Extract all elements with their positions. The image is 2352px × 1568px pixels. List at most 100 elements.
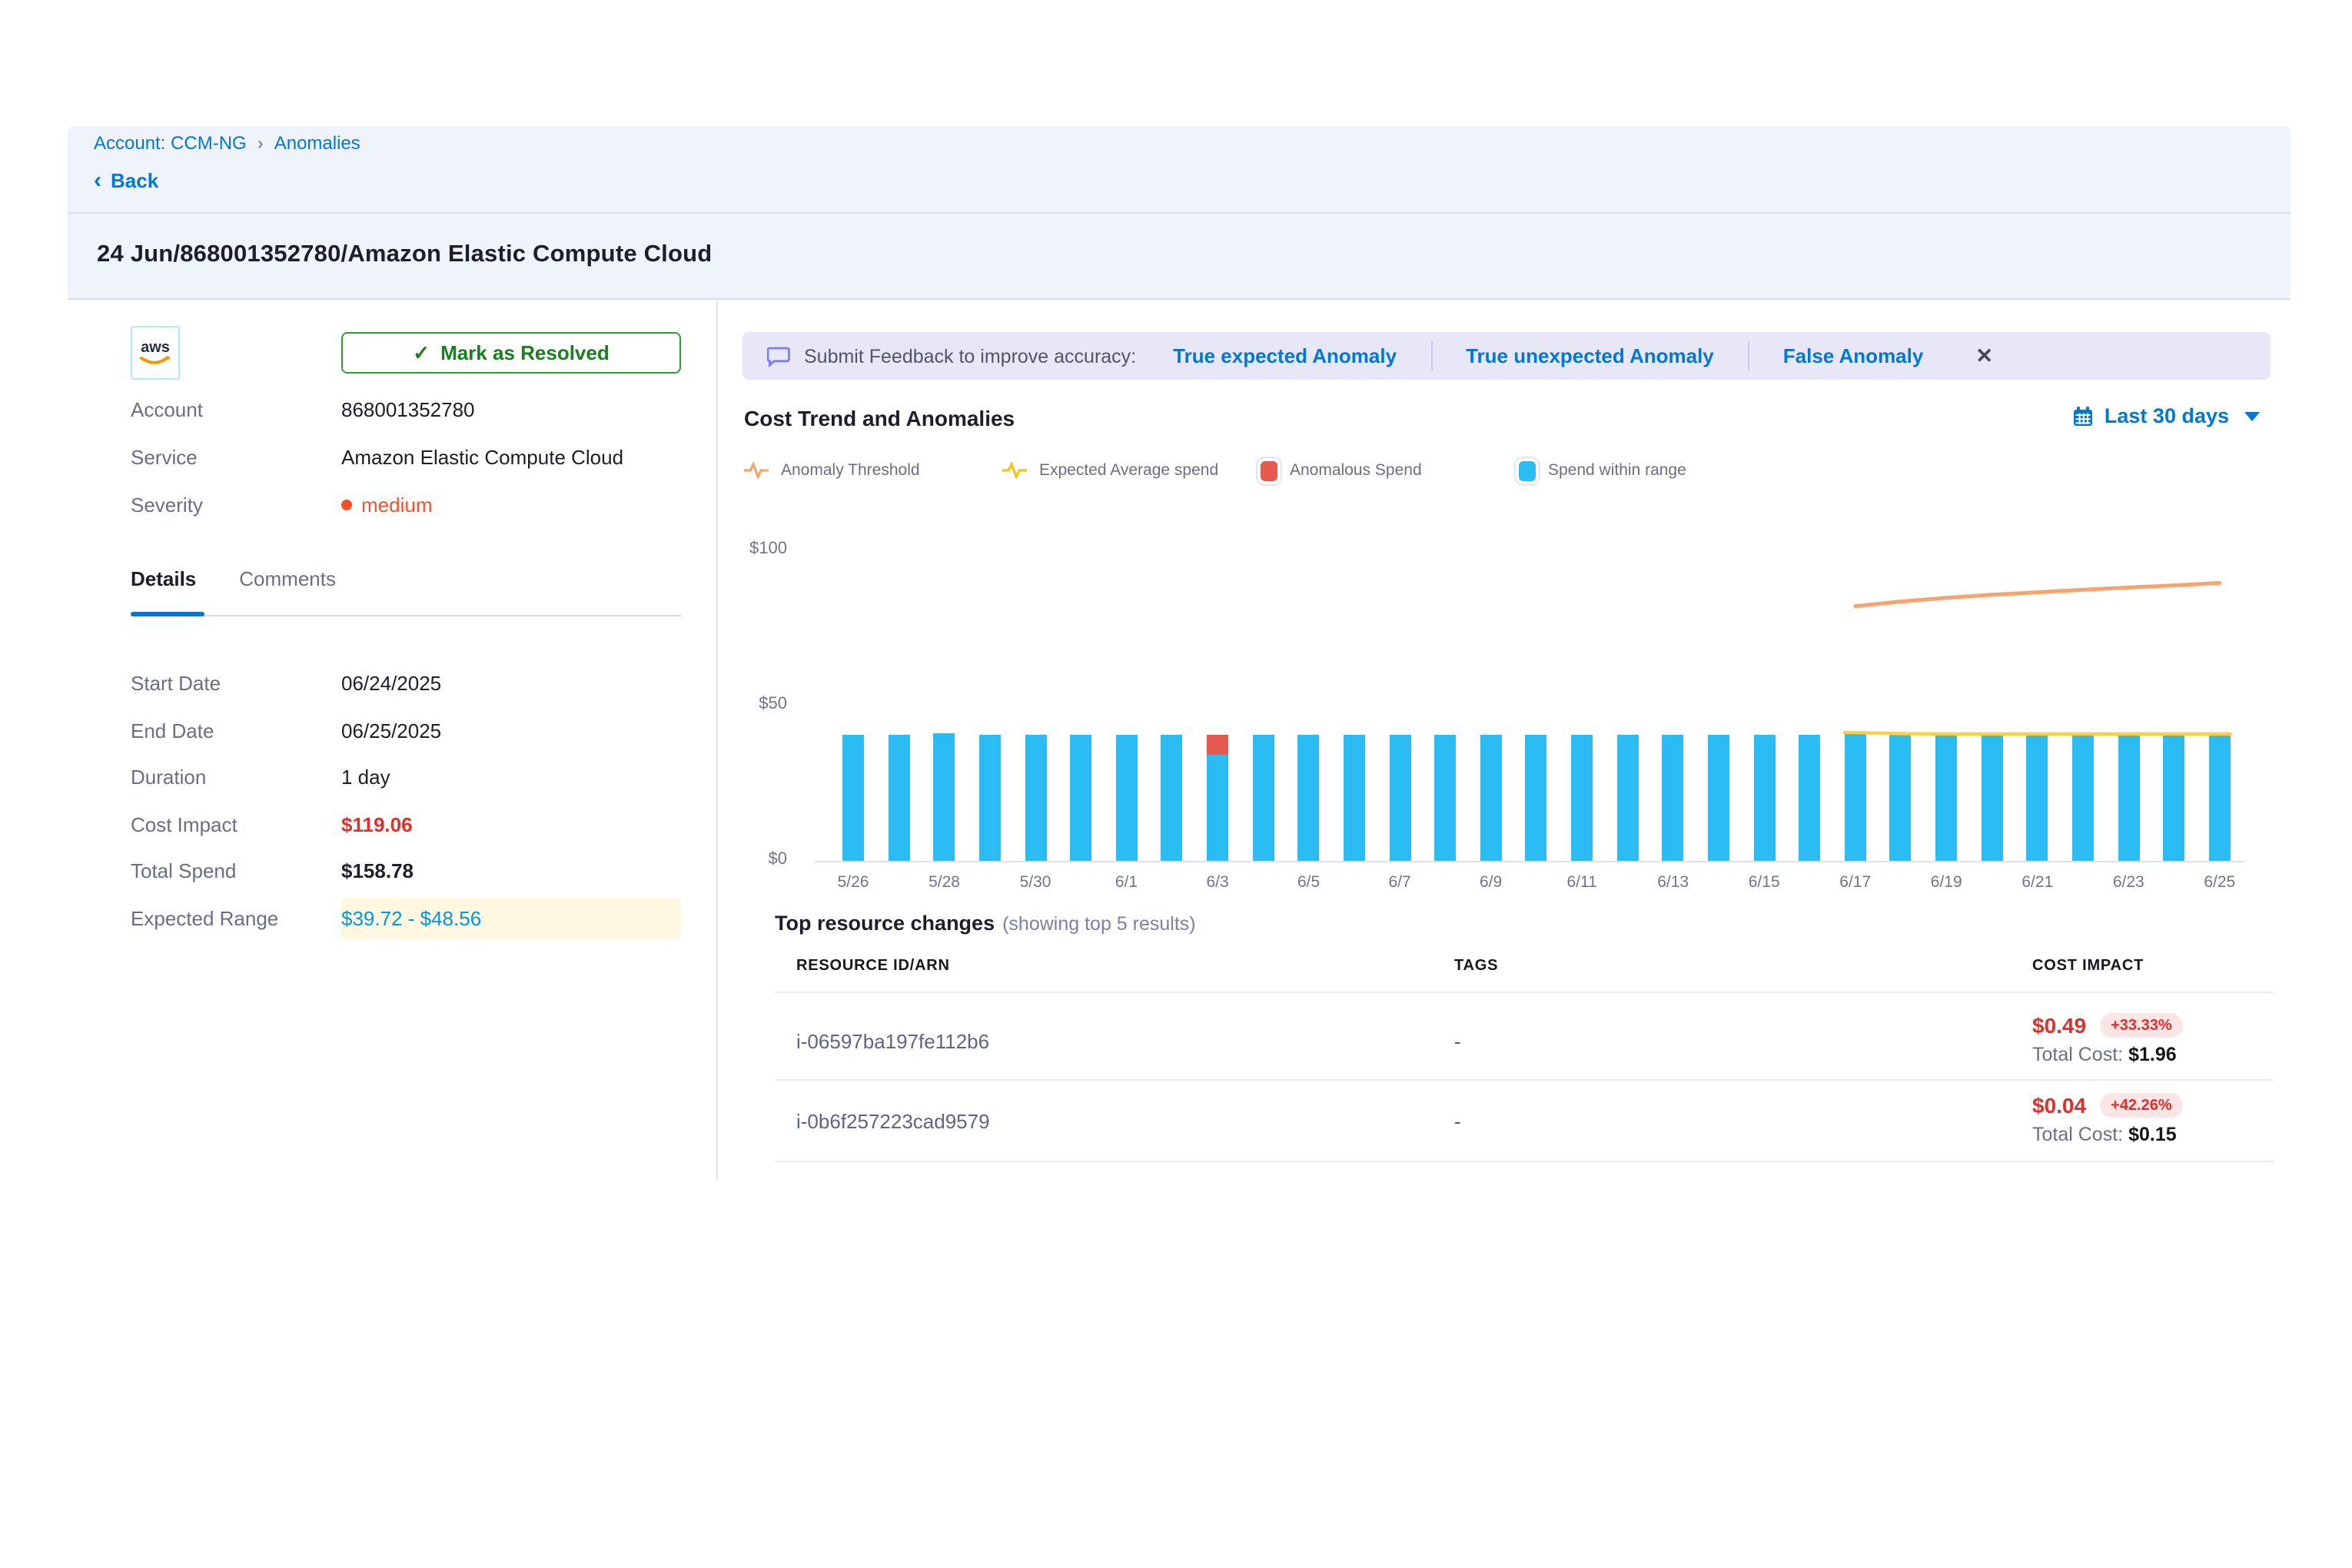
total-cost-label: Total Cost: [2032,1124,2123,1145]
x-tick-label: 6/1 [1093,873,1161,892]
total-cost-value: $1.96 [2128,1044,2177,1065]
resolve-button-label: Mark as Resolved [440,341,610,364]
table-divider [775,1161,2274,1162]
x-tick-label: 5/26 [819,873,887,892]
anomaly-detail-page: Account: CCM-NG › Anomalies ‹ Back 24 Ju… [0,0,2352,1568]
aws-logo-icon: aws [135,331,175,374]
legend-label: Spend within range [1548,461,1686,480]
cost-trend-chart[interactable]: 5/265/285/306/16/36/56/76/96/116/136/156… [815,541,2244,862]
header-band: Account: CCM-NG › Anomalies ‹ Back [68,126,2291,214]
resource-tags: - [1454,1030,1461,1053]
total-spend-label: Total Spend [131,859,341,882]
account-row: Account 868001352780 [131,398,681,421]
page-title: 24 Jun/868001352780/Amazon Elastic Compu… [97,241,712,269]
legend-label: Anomalous Spend [1290,461,1422,480]
service-value: Amazon Elastic Compute Cloud [341,446,623,469]
severity-row: Severity medium [131,493,681,517]
red-square-icon [1261,460,1277,480]
severity-label: Severity [131,493,341,517]
x-tick-label: 6/9 [1457,873,1525,892]
expected-range-row: Expected Range $39.72 - $48.56 [131,907,681,930]
y-tick-0: $0 [718,850,787,869]
tab-divider [131,615,681,616]
duration-row: Duration 1 day [131,766,681,789]
cost-impact-cell: $0.49 +33.33% Total Cost: $1.96 [2032,1013,2183,1065]
start-date-value: 06/24/2025 [341,672,441,695]
chevron-down-icon [2244,411,2260,420]
duration-value: 1 day [341,766,390,789]
feedback-true-unexpected[interactable]: True unexpected Anomaly [1466,344,1714,367]
x-tick-label: 5/30 [1002,873,1069,892]
cost-impact-amount: $0.49 [2032,1013,2086,1038]
breadcrumb: Account: CCM-NG › Anomalies [94,132,360,154]
y-tick-100: $100 [718,540,787,558]
date-range-selector[interactable]: Last 30 days [2072,404,2260,427]
mark-as-resolved-button[interactable]: ✓ Mark as Resolved [341,332,681,374]
calendar-icon [2072,405,2094,427]
resource-id-link[interactable]: i-06597ba197fe112b6 [796,1030,989,1053]
service-row: Service Amazon Elastic Compute Cloud [131,446,681,469]
expected-range-value: $39.72 - $48.56 [341,907,481,930]
title-band: 24 Jun/868001352780/Amazon Elastic Compu… [68,214,2291,300]
resource-id-link[interactable]: i-0b6f257223cad9579 [796,1110,990,1133]
expected-range-label: Expected Range [131,907,341,930]
cost-impact-cell: $0.04 +42.26% Total Cost: $0.15 [2032,1093,2183,1145]
x-tick-label: 6/13 [1639,873,1707,892]
y-tick-50: $50 [718,695,787,713]
feedback-divider [1430,341,1432,370]
x-tick-label: 6/11 [1548,873,1616,892]
legend-anomaly-threshold: Anomaly Threshold [744,460,1002,481]
account-value: 868001352780 [341,398,475,421]
total-spend-row: Total Spend $158.78 [131,859,681,882]
active-tab-indicator [131,612,204,616]
end-date-label: End Date [131,719,341,742]
feedback-close-icon[interactable]: ✕ [1975,344,1993,368]
x-tick-label: 6/3 [1184,873,1251,892]
tab-details[interactable]: Details [131,567,196,590]
severity-dot-icon [341,500,352,510]
breadcrumb-chevron-icon: › [257,132,264,154]
service-label: Service [131,446,341,469]
resources-title: Top resource changes [775,912,995,935]
feedback-divider [1748,341,1749,370]
feedback-true-expected[interactable]: True expected Anomaly [1173,344,1397,367]
cost-impact-amount: $0.04 [2032,1093,2086,1118]
tab-comments[interactable]: Comments [239,567,336,590]
table-divider [775,1079,2274,1081]
anomaly-threshold-line [1855,583,2220,606]
panel-divider [716,301,718,1181]
feedback-bubble-icon [767,345,790,367]
total-spend-value: $158.78 [341,859,414,882]
back-chevron-icon: ‹ [94,169,101,192]
x-tick-label: 6/21 [2004,873,2071,892]
x-tick-label: 6/25 [2186,873,2254,892]
x-tick-label: 6/23 [2095,873,2162,892]
table-divider [775,992,2274,993]
column-tags: TAGS [1454,958,1498,975]
total-cost-label: Total Cost: [2032,1044,2123,1065]
cost-impact-value: $119.06 [341,813,413,836]
x-tick-label: 6/19 [1912,873,1980,892]
pulse-line-icon [1002,460,1027,481]
feedback-false-anomaly[interactable]: False Anomaly [1783,344,1924,367]
detail-tabs: Details Comments [131,567,336,590]
legend-label: Expected Average spend [1039,461,1218,480]
breadcrumb-account-link[interactable]: Account: CCM-NG [94,132,247,154]
x-tick-label: 6/17 [1822,873,1889,892]
cost-impact-row: Cost Impact $119.06 [131,813,681,836]
x-tick-label: 6/7 [1366,873,1433,892]
back-button[interactable]: ‹ Back [94,169,158,192]
account-label: Account [131,398,341,421]
x-tick-label: 6/5 [1275,873,1343,892]
blue-square-icon [1519,460,1536,480]
chart-title: Cost Trend and Anomalies [744,406,1015,430]
severity-value: medium [341,493,433,517]
aws-provider-badge: aws [131,326,180,380]
chart-lines-overlay [815,541,2244,862]
cost-impact-label: Cost Impact [131,813,341,836]
pulse-line-icon [744,460,769,481]
feedback-prompt: Submit Feedback to improve accuracy: [804,345,1136,367]
severity-text: medium [361,493,433,517]
start-date-label: Start Date [131,672,341,695]
breadcrumb-anomalies-link[interactable]: Anomalies [274,132,360,154]
